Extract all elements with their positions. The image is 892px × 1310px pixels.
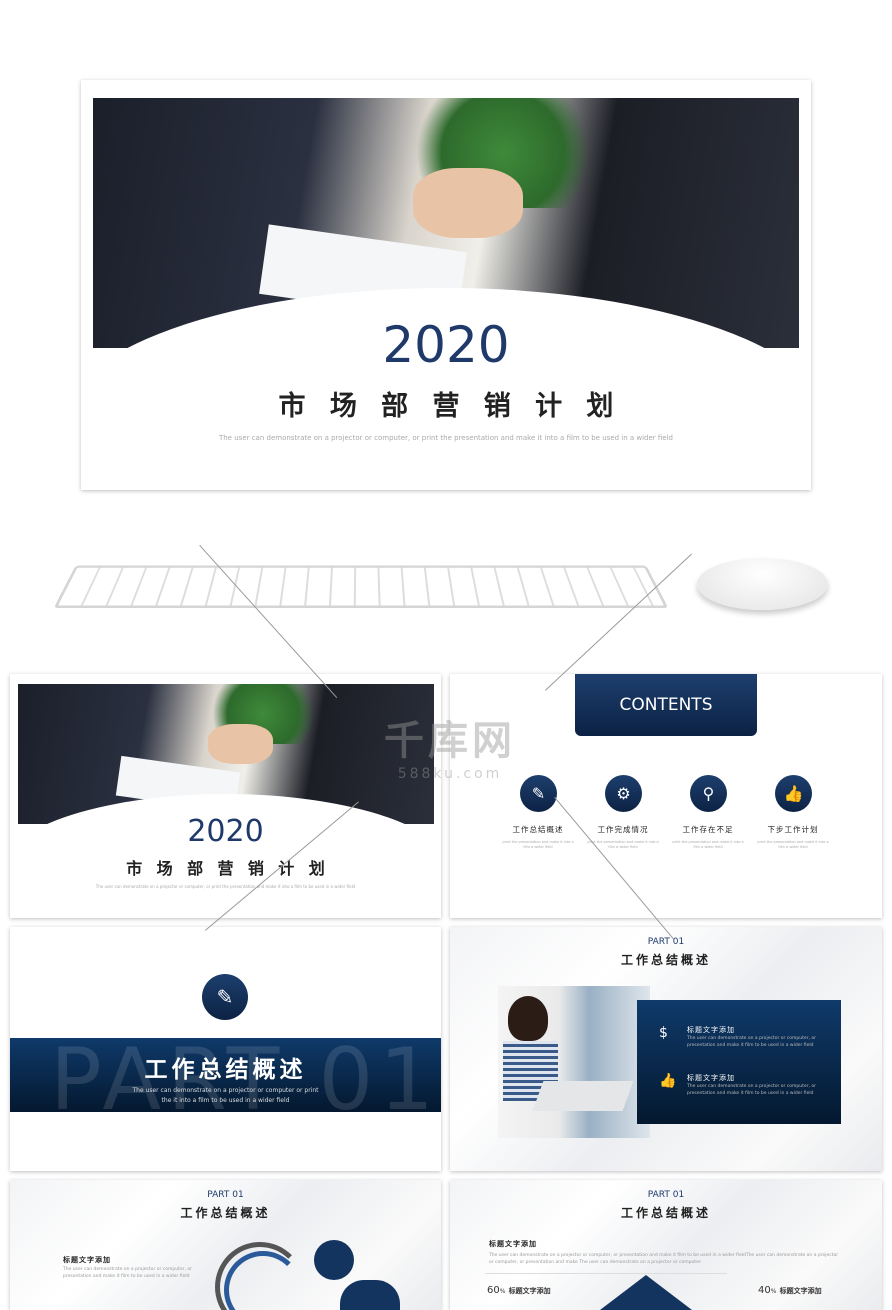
contents-item-desc: print the presentation and make it into … xyxy=(757,840,829,849)
watermark: 千库网 588ku.com xyxy=(384,718,516,782)
cover-year: 2020 xyxy=(382,316,510,374)
person-icon xyxy=(314,1240,354,1280)
contents-item-label[interactable]: 下步工作计划 xyxy=(753,824,833,835)
house-graphic xyxy=(600,1275,692,1310)
cover-slide: 2020 市场部营销计划 The user can demonstrate on… xyxy=(81,80,811,490)
contents-header: CONTENTS xyxy=(575,674,757,736)
thumb-year: 2020 xyxy=(187,814,264,849)
contents-item-label[interactable]: 工作存在不足 xyxy=(668,824,748,835)
contents-item-desc: print the presentation and make it into … xyxy=(672,840,744,849)
document-check-icon: ✎ xyxy=(202,974,248,1020)
overview-slide-2[interactable]: PART 01 工作总结概述 标题文字添加 The user can demon… xyxy=(10,1180,441,1310)
woman-laptop-photo xyxy=(498,986,650,1138)
gear-cycle-icon[interactable]: ⚙ xyxy=(605,775,642,812)
info-panel: $ 标题文字添加 The user can demonstrate on a p… xyxy=(637,1000,841,1124)
cover-title: 市场部营销计划 xyxy=(278,391,638,422)
thumbs-up-icon[interactable]: 👍 xyxy=(775,775,812,812)
thumbs-up-icon: 👍 xyxy=(659,1073,677,1089)
contents-item-label[interactable]: 工作完成情况 xyxy=(583,824,663,835)
contents-item-desc: print the presentation and make it into … xyxy=(502,840,574,849)
section-desc: The user can demonstrate on a projector … xyxy=(132,1087,319,1104)
thumb-subtitle: The user can demonstrate on a projector … xyxy=(95,884,356,889)
mouse-image xyxy=(697,558,828,610)
divider xyxy=(485,1273,727,1274)
overview-slide-3[interactable]: PART 01 工作总结概述 标题文字添加 The user can demon… xyxy=(450,1180,882,1310)
contents-item-label[interactable]: 工作总结概述 xyxy=(498,824,578,835)
thumb-title: 市场部营销计划 xyxy=(126,859,340,878)
person-icon xyxy=(340,1280,400,1310)
handshake-photo xyxy=(81,98,811,428)
section-band: PART 01 工作总结概述 The user can demonstrate … xyxy=(10,1038,441,1112)
clock-dollar-icon: $ xyxy=(659,1025,668,1041)
keyboard-image xyxy=(53,565,669,609)
section-slide[interactable]: ✎ PART 01 工作总结概述 The user can demonstrat… xyxy=(10,927,441,1171)
cover-subtitle: The user can demonstrate on a projector … xyxy=(218,434,674,442)
overview-slide[interactable]: PART 01 工作总结概述 $ 标题文字添加 The user can dem… xyxy=(450,927,882,1171)
magnifier-icon[interactable]: ⚲ xyxy=(690,775,727,812)
section-title: 工作总结概述 xyxy=(144,1057,307,1083)
